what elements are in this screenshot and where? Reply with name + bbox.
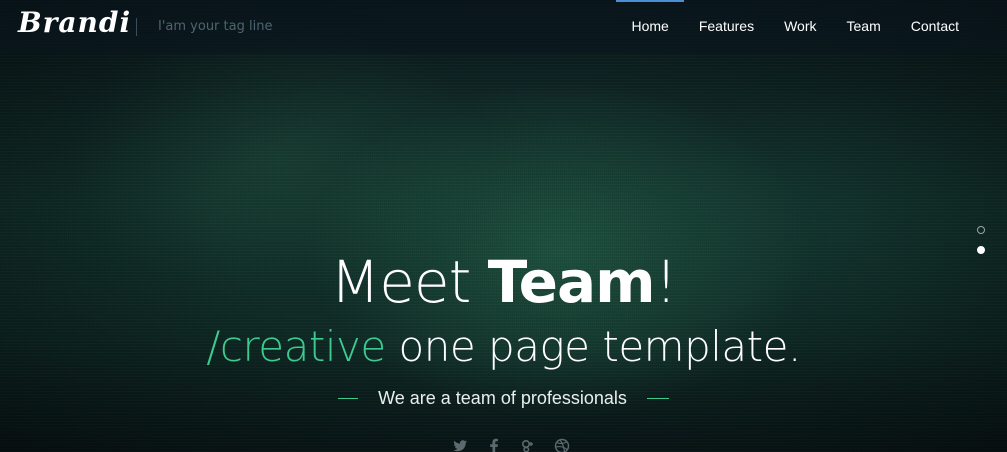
headline-end: ! — [654, 248, 678, 316]
tagline-dash-right — [646, 398, 669, 399]
hero-tagline: We are a team of professionals — [378, 388, 627, 408]
tagline-dash-left — [338, 398, 359, 399]
hero-section: Brandi I'am your tag line Home Features … — [0, 0, 1007, 452]
slide-dot-2[interactable] — [977, 246, 985, 254]
hero-headline: Meet Team! — [0, 244, 1007, 320]
facebook-icon[interactable] — [486, 438, 502, 452]
background-texture — [0, 0, 1007, 452]
site-header: Brandi I'am your tag line Home Features … — [0, 0, 1007, 54]
twitter-icon[interactable] — [452, 438, 468, 452]
social-links — [452, 438, 570, 452]
subhead-accent: /creative — [206, 322, 386, 371]
nav-item-team[interactable]: Team — [832, 0, 896, 54]
headline-bold: Team — [487, 248, 656, 316]
slide-dots — [977, 226, 985, 254]
nav-item-features[interactable]: Features — [684, 0, 769, 54]
subhead-rest: one page template. — [385, 322, 802, 371]
logo-divider — [136, 18, 137, 36]
headline-light: Meet — [330, 248, 488, 316]
brand-tagline: I'am your tag line — [158, 19, 273, 34]
dribbble-icon[interactable] — [554, 438, 570, 452]
google-plus-icon[interactable] — [520, 438, 536, 452]
slide-dot-1[interactable] — [977, 226, 985, 234]
main-nav: Home Features Work Team Contact — [616, 0, 1007, 54]
nav-item-home[interactable]: Home — [616, 0, 685, 54]
hero-subheadline: /creative one page template. — [0, 320, 1007, 374]
nav-item-contact[interactable]: Contact — [896, 0, 974, 54]
brand-logo[interactable]: Brandi — [18, 6, 131, 39]
hero-tagline-row: We are a team of professionals — [0, 388, 1007, 409]
nav-item-work[interactable]: Work — [769, 0, 831, 54]
background-vignette — [0, 0, 1007, 452]
